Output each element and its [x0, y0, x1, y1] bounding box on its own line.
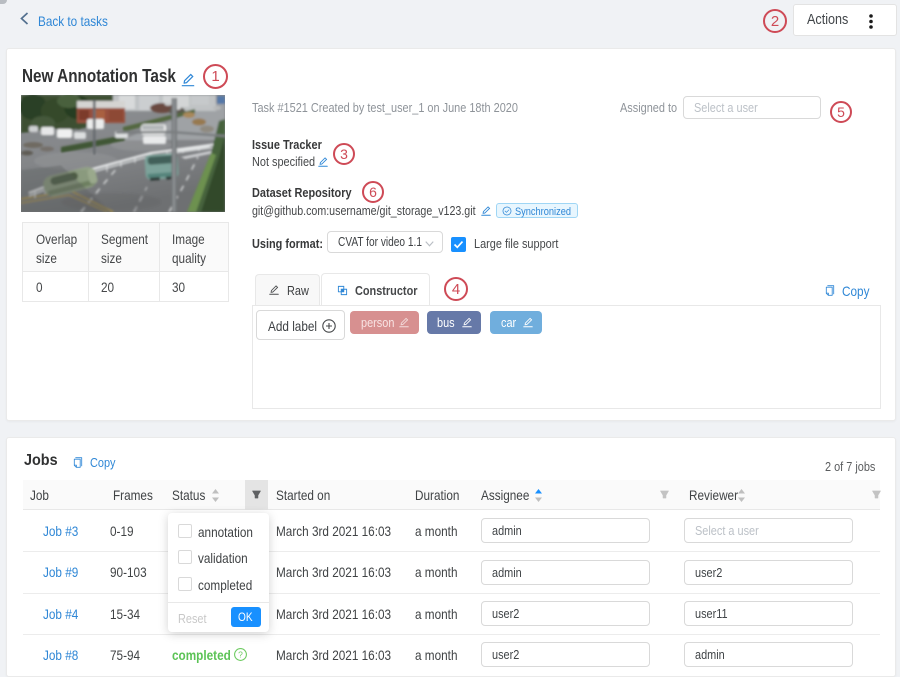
svg-text:?: ? — [238, 650, 243, 660]
